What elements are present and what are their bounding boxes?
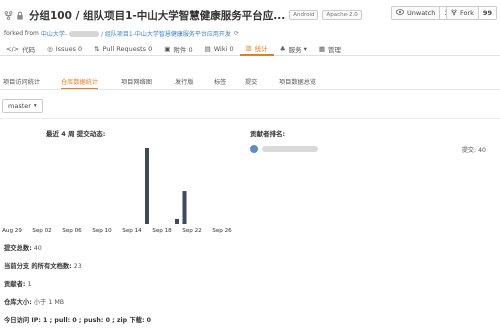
- stat-size: 仓库大小: 小于 1 MB: [4, 299, 65, 306]
- contributor-row[interactable]: 提交: 40: [250, 144, 490, 154]
- code-icon: </>: [6, 45, 20, 53]
- x-tick-label: Sep 02: [32, 228, 51, 234]
- eye-icon: [396, 9, 404, 17]
- service-icon: ♣: [279, 45, 286, 53]
- chart-bar[interactable]: [175, 218, 179, 224]
- lock-icon: [15, 11, 24, 20]
- stat-total-commits: 提交总数: 40: [4, 245, 42, 252]
- issue-icon: ◎: [47, 45, 53, 53]
- subtab-overview[interactable]: 项目数据总览: [279, 77, 316, 86]
- forked-from-label: forked from: [4, 30, 39, 37]
- avatar[interactable]: [250, 145, 258, 153]
- stat-visits: 今日访问 IP: 1 ; pull: 0 ; push: 0 ; zip 下载:…: [4, 317, 152, 324]
- branch-select[interactable]: master ▾: [2, 99, 43, 113]
- branch-label: master: [8, 102, 31, 110]
- repo-header: 分组100 / 组队项目1-中山大学智慧健康服务平台应... Android A…: [0, 0, 500, 42]
- nav-pull-requests[interactable]: ⇅ Pull Requests 0: [88, 42, 158, 56]
- subtab-releases[interactable]: 发行版: [175, 77, 194, 86]
- fork-button[interactable]: Fork: [447, 7, 479, 19]
- fork-source-repo-link[interactable]: / 组队项目1-中山大学智慧健康服务平台应用开发: [101, 29, 231, 38]
- chevron-down-icon: ▾: [303, 45, 307, 53]
- attachment-icon: ▣: [164, 45, 171, 53]
- nav-wiki[interactable]: ▤ Wiki 0: [199, 42, 240, 56]
- fork-repo-icon: [4, 10, 13, 20]
- subtab-repo-stats[interactable]: 仓库数据统计: [61, 77, 99, 89]
- pull-request-icon: ⇅: [94, 45, 100, 53]
- fork-button-group: Fork 99: [446, 6, 497, 20]
- badge-license: Apache-2.0: [322, 10, 362, 20]
- nav-service[interactable]: ♣ 服务 ▾: [274, 42, 313, 56]
- x-tick-label: Aug 29: [2, 228, 22, 234]
- x-tick-label: Sep 26: [212, 228, 232, 234]
- forked-from-line: forked from 中山大学- / 组队项目1-中山大学智慧健康服务平台应用…: [4, 29, 239, 38]
- stats-icon: ▥: [245, 44, 252, 52]
- x-tick-label: Sep 10: [92, 228, 112, 234]
- nav-settings[interactable]: ▦ 管理: [313, 42, 347, 56]
- divider: [0, 118, 500, 119]
- settings-icon: ▦: [318, 45, 326, 53]
- sync-icon[interactable]: ⟳: [234, 30, 239, 37]
- repo-title[interactable]: 分组100 / 组队项目1-中山大学智慧健康服务平台应...: [29, 8, 285, 23]
- badge-language: Android: [289, 10, 319, 20]
- nav-code[interactable]: </> 代码: [0, 42, 41, 56]
- subtab-network[interactable]: 项目网络图: [121, 77, 152, 86]
- title-row: 分组100 / 组队项目1-中山大学智慧健康服务平台应... Android A…: [4, 8, 362, 22]
- stat-contributors: 贡献者: 1: [4, 281, 32, 288]
- subtab-tags[interactable]: 标签: [214, 77, 226, 86]
- nav-attachments[interactable]: ▣ 附件 0: [158, 42, 198, 56]
- fork-count[interactable]: 99: [478, 7, 496, 19]
- fork-source-owner-link[interactable]: 中山大学-: [41, 29, 67, 38]
- fork-label: Fork: [460, 9, 474, 17]
- x-tick-label: Sep 14: [122, 228, 142, 234]
- subtab-commits[interactable]: 提交: [245, 77, 257, 86]
- contributor-name-redacted[interactable]: [262, 146, 318, 152]
- repo-nav: </> 代码 ◎ Issues 0 ⇅ Pull Requests 0 ▣ 附件 0 ▤…: [0, 42, 500, 56]
- nav-issues[interactable]: ◎ Issues 0: [41, 42, 88, 56]
- redacted-text: [68, 30, 99, 37]
- subtab-visits[interactable]: 项目访问统计: [3, 77, 40, 86]
- stats-subtabs: 项目访问统计 仓库数据统计 项目网络图 发行版 标签 提交 项目数据总览: [0, 72, 500, 90]
- wiki-icon: ▤: [204, 45, 211, 53]
- watch-button-group: Unwatch 1: [391, 6, 454, 20]
- contributor-commits: 提交: 40: [461, 147, 486, 154]
- x-tick-label: Sep 06: [62, 228, 82, 234]
- nav-stats[interactable]: ▥ 统计: [239, 42, 274, 56]
- caret-down-icon: ▾: [33, 103, 37, 109]
- fork-icon: [451, 9, 457, 18]
- stat-files: 当前分支 的所有文档数: 23: [4, 263, 82, 270]
- x-tick-label: Sep 22: [182, 228, 201, 234]
- x-tick-label: Sep 18: [152, 228, 172, 234]
- chart-bar[interactable]: [145, 148, 149, 224]
- unwatch-button[interactable]: Unwatch: [392, 7, 441, 19]
- contributors-title: 贡献者排名:: [250, 130, 286, 138]
- chart-bar[interactable]: [182, 191, 187, 224]
- unwatch-label: Unwatch: [407, 9, 436, 17]
- commit-activity-chart: Aug 29 Sep 02 Sep 06 Sep 10 Sep 14 Sep 18 Sep …: [2, 148, 232, 234]
